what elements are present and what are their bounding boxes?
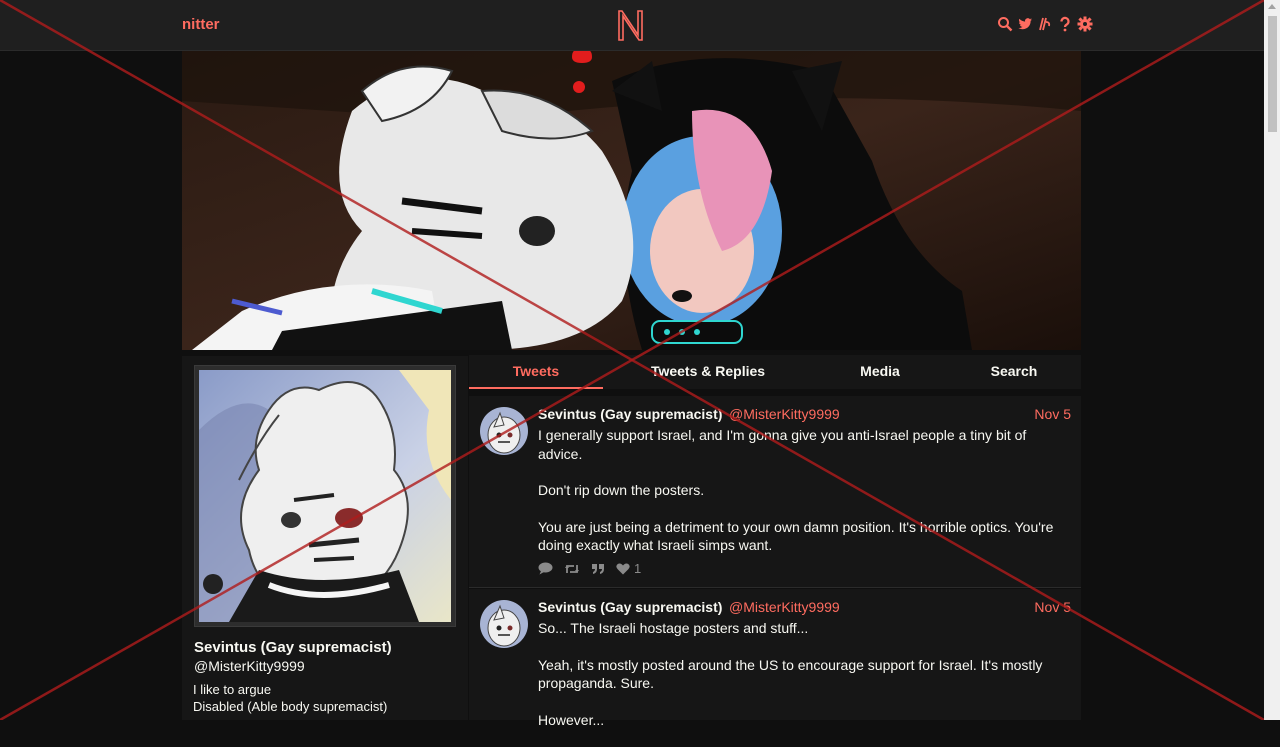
tweet-paragraph: Don't rip down the posters. — [538, 482, 705, 498]
tweet-stats: 1 — [538, 561, 641, 576]
tweet-author-handle[interactable]: @MisterKitty9999 — [729, 599, 840, 615]
scroll-up-arrow[interactable] — [1268, 4, 1276, 9]
profile-avatar[interactable] — [194, 365, 456, 627]
tab-tweets-and-replies[interactable]: Tweets & Replies — [623, 355, 793, 389]
tweet-paragraph: You are just being a detriment to your o… — [538, 518, 1054, 554]
quote-icon[interactable] — [591, 563, 605, 575]
profile-tabs: Tweets Tweets & Replies Media Search — [469, 355, 1081, 389]
tweet-item[interactable]: Sevintus (Gay supremacist) @MisterKitty9… — [469, 589, 1081, 728]
tweet-author-handle[interactable]: @MisterKitty9999 — [729, 406, 840, 422]
tab-media[interactable]: Media — [812, 355, 948, 389]
tweet-text: So... The Israeli hostage posters and st… — [538, 619, 1068, 747]
retweet-icon[interactable] — [564, 563, 580, 575]
bio-line: Disabled (Able body supremacist) — [193, 699, 388, 714]
tab-search[interactable]: Search — [947, 355, 1081, 389]
profile-banner[interactable] — [182, 51, 1081, 350]
profile-handle[interactable]: @MisterKitty9999 — [194, 658, 305, 674]
gear-icon[interactable] — [1077, 16, 1093, 32]
tweet-item[interactable]: Sevintus (Gay supremacist) @MisterKitty9… — [469, 396, 1081, 588]
twitter-bird-icon[interactable] — [1017, 16, 1033, 32]
profile-bio: I like to argue Disabled (Able body supr… — [193, 681, 387, 715]
heart-icon — [616, 563, 630, 574]
page-scrollbar[interactable] — [1264, 0, 1280, 720]
scroll-thumb[interactable] — [1268, 16, 1277, 132]
tab-tweets[interactable]: Tweets — [469, 355, 603, 389]
bio-line: I like to argue — [193, 682, 272, 697]
tweet-date[interactable]: Nov 5 — [1034, 599, 1071, 615]
profile-name: Sevintus (Gay supremacist) — [194, 639, 392, 656]
tweet-date[interactable]: Nov 5 — [1034, 406, 1071, 422]
tweet-avatar[interactable] — [480, 600, 528, 648]
like-stat[interactable]: 1 — [616, 561, 641, 576]
search-icon[interactable] — [997, 16, 1013, 32]
profile-card: Sevintus (Gay supremacist) @MisterKitty9… — [182, 356, 468, 720]
site-brand-link[interactable]: nitter — [182, 16, 220, 33]
tweet-paragraph: Yeah, it's mostly posted around the US t… — [538, 656, 1043, 692]
tweet-paragraph: So... The Israeli hostage posters and st… — [538, 620, 809, 636]
reply-icon[interactable] — [538, 562, 553, 575]
rss-icon[interactable] — [1037, 16, 1053, 32]
tweet-author-name[interactable]: Sevintus (Gay supremacist) — [538, 406, 722, 422]
nitter-logo[interactable] — [616, 8, 646, 42]
nav-icons — [997, 16, 1093, 32]
navbar: nitter — [0, 0, 1264, 51]
tweet-paragraph: I generally support Israel, and I'm gonn… — [538, 427, 1027, 462]
help-icon[interactable] — [1057, 16, 1073, 32]
tweet-avatar[interactable] — [480, 407, 528, 455]
like-count: 1 — [634, 561, 642, 576]
tweet-text: I generally support Israel, and I'm gonn… — [538, 426, 1068, 573]
timeline: Sevintus (Gay supremacist) @MisterKitty9… — [469, 396, 1081, 728]
tweet-author-name[interactable]: Sevintus (Gay supremacist) — [538, 599, 722, 615]
